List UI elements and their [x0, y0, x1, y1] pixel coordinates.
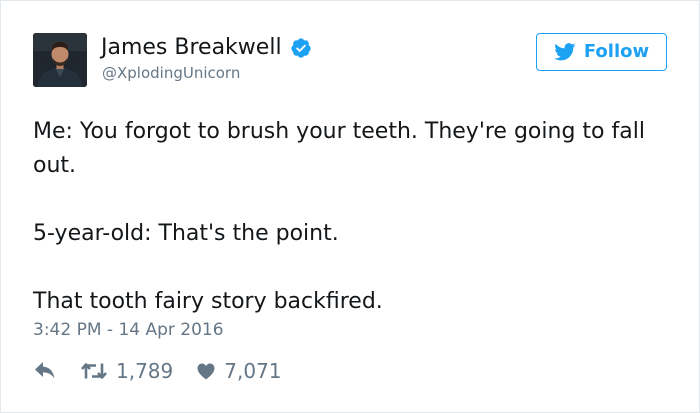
- reply-icon: [35, 362, 55, 379]
- heart-icon: [197, 363, 215, 379]
- user-name-row: James Breakwell: [101, 34, 312, 62]
- retweet-count: 1,789: [116, 359, 174, 383]
- twitter-bird-icon: [554, 43, 576, 61]
- retweet-icon: [81, 363, 107, 379]
- tweet-paragraph: 5-year-old: That's the point.: [33, 221, 339, 246]
- tweet-card: James Breakwell @XplodingUnicorn Follow …: [0, 0, 700, 413]
- verified-badge-icon: [290, 38, 311, 58]
- like-button[interactable]: 7,071: [197, 359, 282, 383]
- tweet-actions: 1,789 7,071: [34, 357, 282, 385]
- user-handle[interactable]: @XplodingUnicorn: [102, 63, 240, 83]
- tweet-text: Me: You forgot to brush your teeth. They…: [33, 115, 673, 319]
- follow-button[interactable]: Follow: [536, 33, 667, 71]
- reply-button[interactable]: [34, 361, 56, 381]
- tweet-paragraph: That tooth fairy story backfired.: [33, 289, 383, 314]
- avatar[interactable]: [33, 33, 87, 87]
- tweet-paragraph: Me: You forgot to brush your teeth. They…: [33, 119, 645, 178]
- tweet-timestamp[interactable]: 3:42 PM - 14 Apr 2016: [33, 318, 224, 342]
- follow-button-label: Follow: [583, 41, 650, 62]
- retweet-button[interactable]: 1,789: [81, 359, 173, 383]
- like-count: 7,071: [224, 359, 282, 383]
- display-name[interactable]: James Breakwell: [101, 34, 282, 62]
